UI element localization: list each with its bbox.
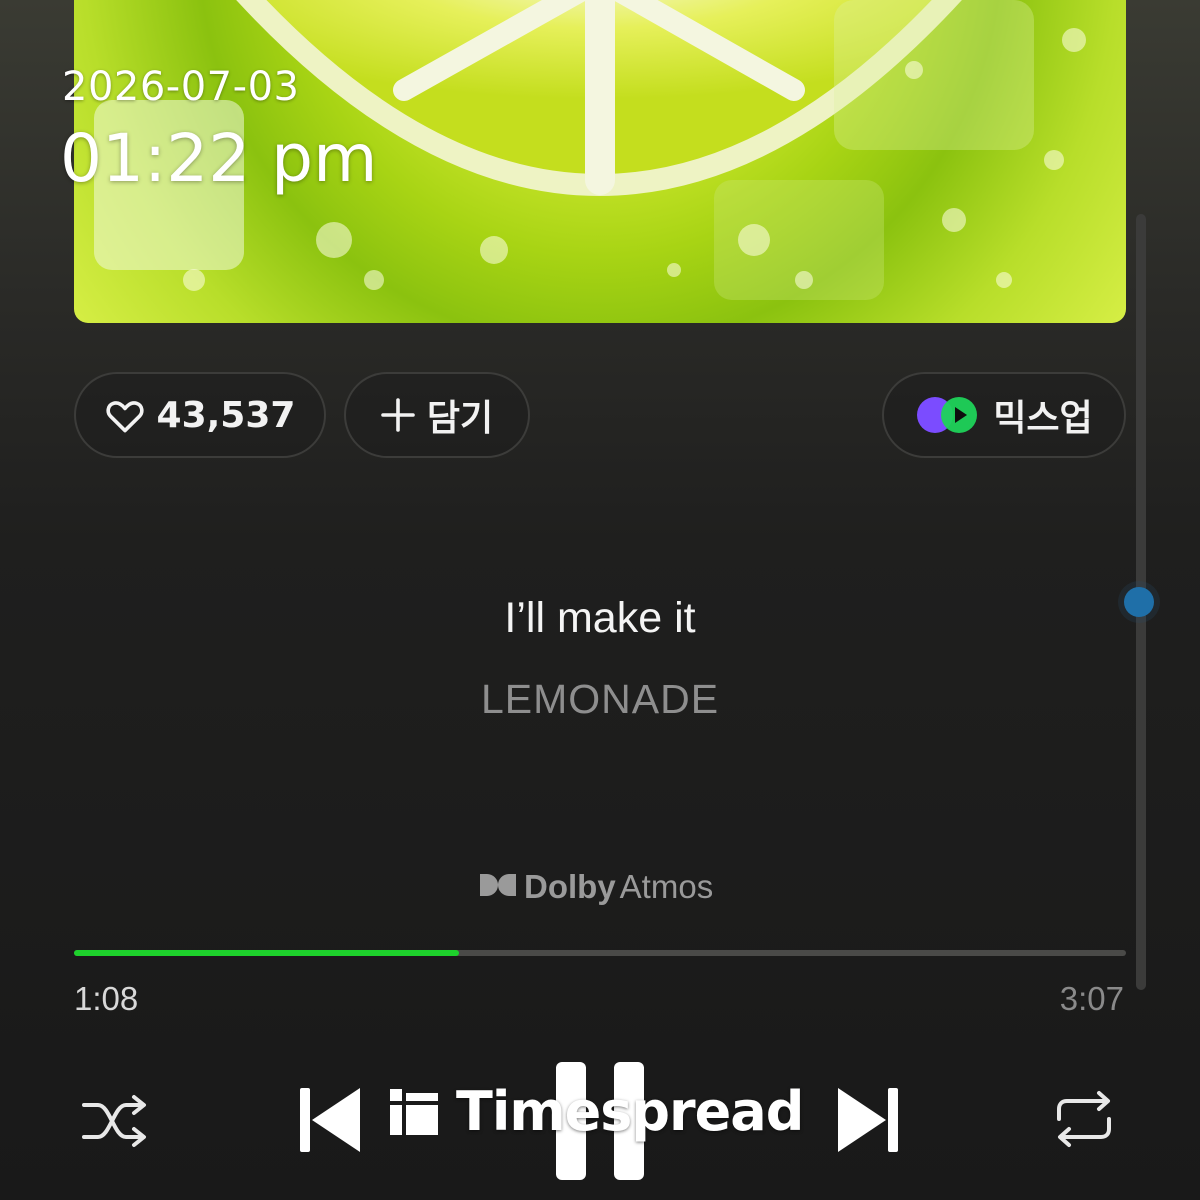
overlay-date: 2026-07-03 bbox=[62, 64, 300, 110]
repeat-button[interactable] bbox=[1050, 1088, 1118, 1150]
scrollbar-thumb[interactable] bbox=[1124, 587, 1154, 617]
add-to-playlist-button[interactable]: 담기 bbox=[344, 372, 530, 458]
heart-icon bbox=[105, 397, 145, 433]
song-title: I’ll make it bbox=[504, 594, 696, 642]
total-time: 3:07 bbox=[1059, 980, 1124, 1017]
shuffle-icon bbox=[82, 1095, 146, 1147]
mixup-icon bbox=[915, 395, 981, 435]
artist-name[interactable]: LEMONADE bbox=[0, 676, 1200, 723]
watermark: Timespread bbox=[390, 1080, 804, 1143]
next-button[interactable] bbox=[834, 1084, 900, 1156]
mixup-button[interactable]: 믹스업 bbox=[882, 372, 1126, 458]
dolby-atmos-badge: Dolby Atmos bbox=[478, 868, 713, 906]
mixup-label: 믹스업 bbox=[993, 398, 1093, 439]
skip-next-icon bbox=[838, 1088, 898, 1152]
like-button[interactable]: 43,537 bbox=[74, 372, 326, 458]
previous-button[interactable] bbox=[298, 1084, 364, 1156]
dolby-logo-icon bbox=[478, 868, 518, 906]
repeat-icon bbox=[1057, 1091, 1111, 1147]
elapsed-time: 1:08 bbox=[74, 980, 139, 1017]
progress-fill bbox=[74, 950, 460, 956]
timespread-logo-icon bbox=[390, 1088, 438, 1135]
dolby-brand: Dolby bbox=[524, 868, 616, 905]
watermark-text: Timespread bbox=[456, 1080, 804, 1143]
like-count: 43,537 bbox=[156, 394, 296, 436]
add-label: 담기 bbox=[426, 398, 494, 439]
skip-previous-icon bbox=[300, 1088, 360, 1152]
overlay-time: 01:22 pm bbox=[60, 120, 378, 197]
dolby-sub: Atmos bbox=[619, 868, 714, 905]
progress-bar[interactable] bbox=[74, 950, 1126, 956]
shuffle-button[interactable] bbox=[78, 1090, 152, 1152]
plus-icon bbox=[381, 398, 415, 432]
